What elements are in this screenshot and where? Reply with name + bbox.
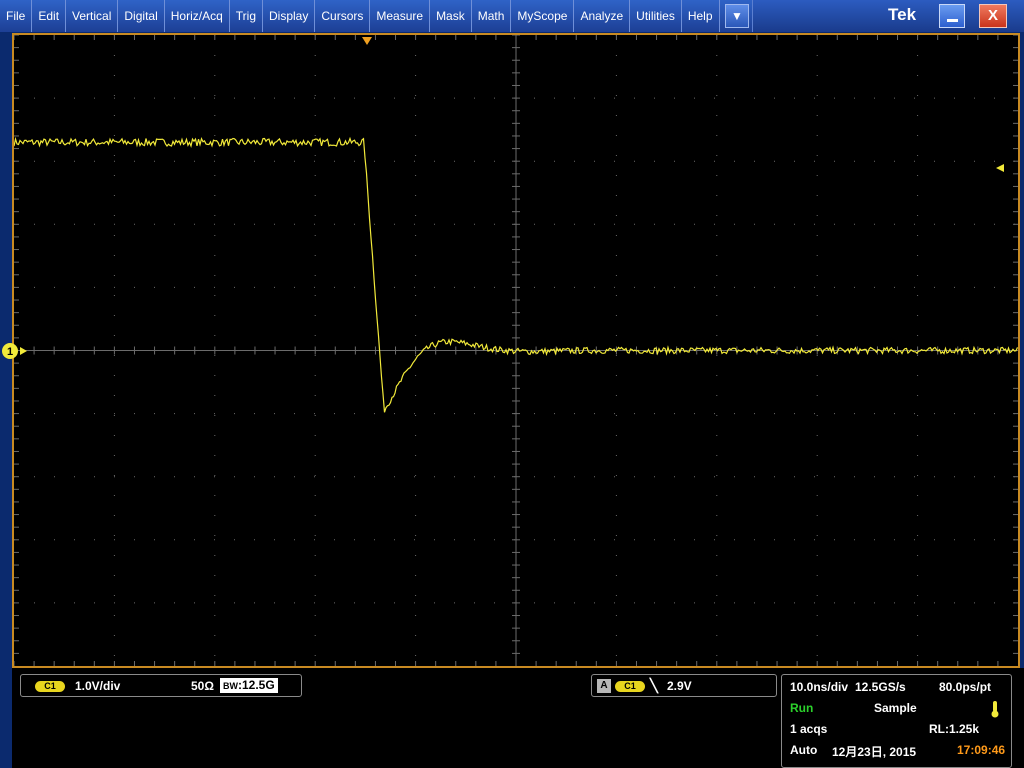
graticule bbox=[14, 35, 1018, 666]
menu-horiz-acq[interactable]: Horiz/Acq bbox=[165, 0, 230, 32]
minimize-icon bbox=[947, 19, 958, 22]
channel-readout[interactable]: C1 1.0V/div 50Ω BW:12.5G bbox=[20, 674, 302, 697]
run-status: Run bbox=[790, 701, 814, 715]
acquisition-mode: Sample bbox=[874, 701, 917, 715]
trigger-level: 2.9V bbox=[667, 679, 692, 693]
tek-logo: Tek bbox=[888, 5, 917, 24]
trigger-slope-icon: ╲ bbox=[650, 678, 658, 693]
bandwidth-value: :12.5G bbox=[238, 678, 275, 692]
close-button[interactable]: X bbox=[979, 4, 1007, 28]
menu-mask[interactable]: Mask bbox=[430, 0, 472, 32]
menu-measure[interactable]: Measure bbox=[370, 0, 431, 32]
bandwidth-badge: BW:12.5G bbox=[220, 678, 278, 693]
menu-digital[interactable]: Digital bbox=[118, 0, 165, 32]
menu-analyze[interactable]: Analyze bbox=[574, 0, 631, 32]
channel-badge: C1 bbox=[35, 681, 65, 692]
menu-help[interactable]: Help bbox=[682, 0, 720, 32]
menu-cursors[interactable]: Cursors bbox=[315, 0, 371, 32]
readout-band: C1 1.0V/div 50Ω BW:12.5G A C1 ╲ 2.9V 10.… bbox=[12, 668, 1024, 768]
trigger-readout[interactable]: A C1 ╲ 2.9V bbox=[591, 674, 777, 697]
sample-rate: 12.5GS/s bbox=[855, 680, 906, 694]
menu-utilities[interactable]: Utilities bbox=[630, 0, 682, 32]
menu-dropdown-button[interactable]: ▼ bbox=[725, 4, 749, 28]
menu-bar: File Edit Vertical Digital Horiz/Acq Trig Disp… bbox=[0, 0, 1024, 32]
trigger-mode: Auto bbox=[790, 743, 818, 757]
minimize-button[interactable] bbox=[939, 4, 965, 28]
chevron-down-icon: ▼ bbox=[731, 9, 743, 23]
acquisition-count: 1 acqs bbox=[790, 722, 828, 736]
close-icon: X bbox=[987, 7, 998, 24]
trigger-source-letter: A bbox=[597, 679, 611, 693]
trigger-channel-badge: C1 bbox=[615, 681, 645, 692]
menu-math[interactable]: Math bbox=[472, 0, 512, 32]
menu-myscope[interactable]: MyScope bbox=[511, 0, 575, 32]
menu-edit[interactable]: Edit bbox=[32, 0, 67, 32]
time: 17:09:46 bbox=[957, 743, 1006, 757]
bandwidth-prefix: BW bbox=[223, 681, 238, 691]
menu-file[interactable]: File bbox=[0, 0, 33, 32]
thermometer-icon bbox=[991, 701, 999, 718]
termination: 50Ω bbox=[191, 679, 214, 693]
acquisition-readout[interactable]: 10.0ns/div 12.5GS/s 80.0ps/pt Run Sample… bbox=[781, 674, 1012, 768]
menu-list: File Edit Vertical Digital Horiz/Acq Trig Disp… bbox=[0, 0, 720, 32]
menu-vertical[interactable]: Vertical bbox=[66, 0, 119, 32]
date: 12月23日, 2015 bbox=[832, 745, 917, 759]
waveform-display[interactable] bbox=[12, 33, 1020, 668]
record-length: RL:1.25k bbox=[929, 722, 980, 736]
resolution: 80.0ps/pt bbox=[939, 680, 992, 694]
menu-trig[interactable]: Trig bbox=[230, 0, 263, 32]
vertical-scale: 1.0V/div bbox=[75, 679, 121, 693]
menu-display[interactable]: Display bbox=[263, 0, 316, 32]
timebase: 10.0ns/div bbox=[790, 680, 849, 694]
